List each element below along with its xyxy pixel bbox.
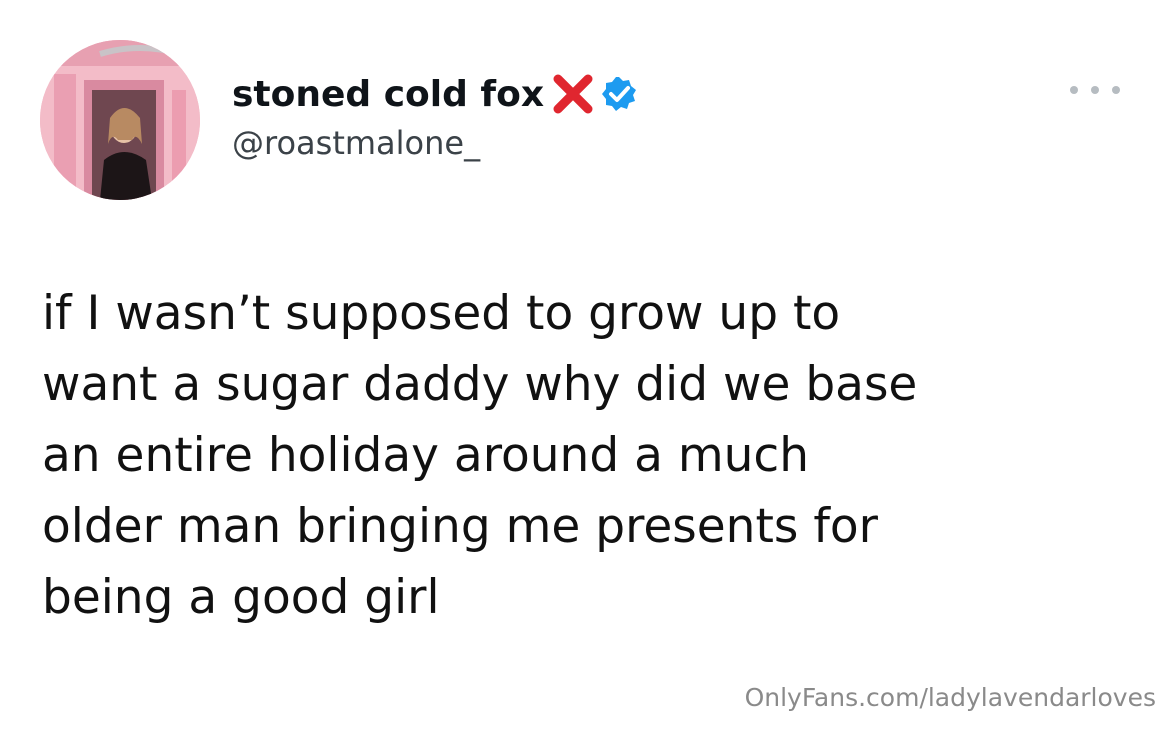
profile-avatar[interactable] bbox=[40, 40, 200, 200]
watermark: OnlyFans.com/ladylavendarloves bbox=[744, 683, 1156, 712]
verified-badge-icon bbox=[600, 75, 638, 113]
more-dot bbox=[1112, 86, 1120, 94]
tweet-card: stoned cold fox @roastmalone_ if I wasn’… bbox=[0, 0, 1170, 731]
avatar-photo bbox=[40, 40, 200, 200]
more-options-icon[interactable] bbox=[1070, 78, 1120, 102]
display-name[interactable]: stoned cold fox bbox=[232, 74, 544, 115]
user-handle[interactable]: @roastmalone_ bbox=[232, 124, 638, 162]
more-dot bbox=[1091, 86, 1099, 94]
red-x-icon bbox=[550, 71, 596, 117]
tweet-text: if I wasn’t supposed to grow up to want … bbox=[42, 286, 918, 625]
tweet-header: stoned cold fox @roastmalone_ bbox=[232, 70, 638, 162]
more-dot bbox=[1070, 86, 1078, 94]
name-row: stoned cold fox bbox=[232, 70, 638, 118]
